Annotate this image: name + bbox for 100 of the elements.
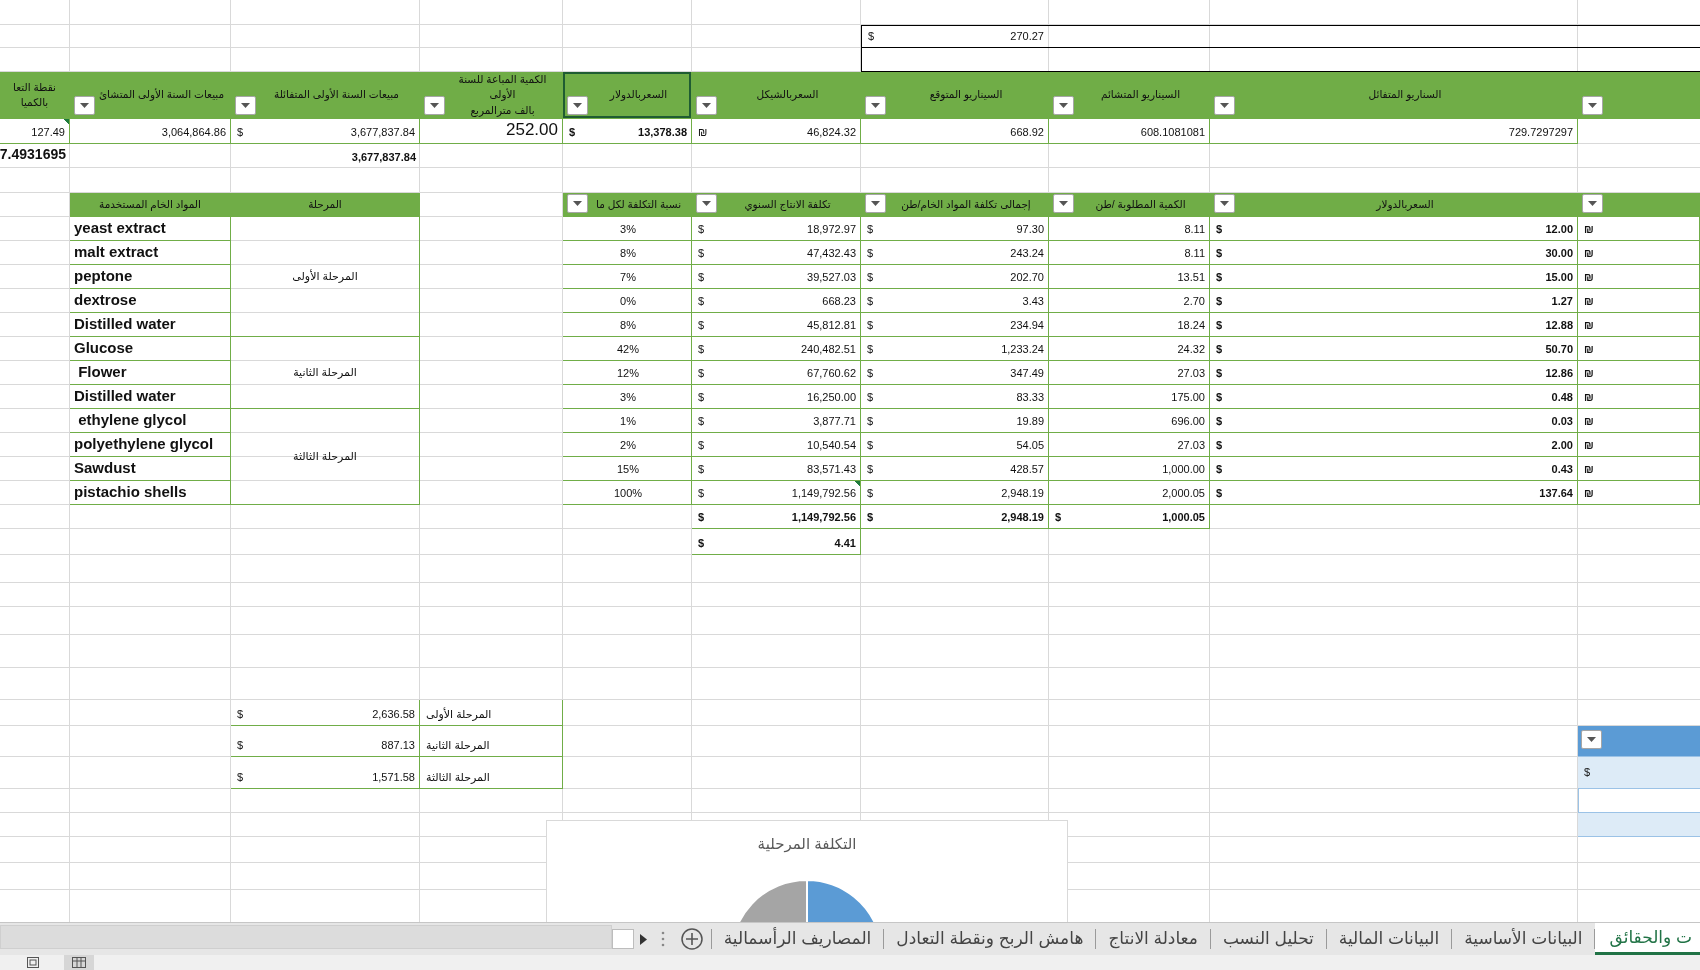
caret-icon [1587, 737, 1596, 742]
table-cell-text: 7.4931695 [0, 145, 67, 164]
table-cell: $ 1,149,792.56 [692, 481, 861, 505]
table-cell: Sawdust [70, 457, 231, 481]
table-cell: ₪ [1578, 265, 1700, 289]
filter-button[interactable] [424, 96, 445, 115]
sheet-tab[interactable]: المصاريف الرأسمالية [711, 923, 884, 955]
caret-icon [1220, 201, 1229, 206]
sheet-tab[interactable]: البيانات الأساسية [1452, 923, 1595, 955]
sheet-tab[interactable]: معادلة الانتاج [1096, 923, 1210, 955]
table-cell: ₪ [1578, 313, 1700, 337]
filter-button[interactable] [865, 194, 886, 213]
table-cell: $ 54.05 [861, 433, 1049, 457]
column-header: السعربالشيكل [755, 87, 820, 103]
table-cell: $ 1,149,792.56 [692, 505, 861, 529]
table-cell: $ 270.27 [861, 25, 1700, 48]
sheet-tab[interactable]: تحليل النسب [1210, 923, 1326, 955]
filter-button[interactable] [1582, 96, 1603, 115]
caret-icon [1588, 103, 1597, 108]
table-cell: ₪ [1578, 385, 1700, 409]
table-cell: polyethylene glycol [70, 433, 231, 457]
table-cell: $ 347.49 [861, 361, 1049, 385]
table-cell: $ 3,677,837.84 [231, 119, 420, 144]
filter-button[interactable] [1214, 194, 1235, 213]
table-cell: $ 1,000.05 [1049, 505, 1210, 529]
filter-button[interactable] [1053, 194, 1074, 213]
sheet-tab[interactable]: البيانات المالية [1326, 923, 1452, 955]
column-header: إجمالى تكلفة المواد الخام/طن [900, 196, 1032, 213]
table-cell: $ [1578, 757, 1700, 789]
table-cell: $ 202.70 [861, 265, 1049, 289]
table-cell: $ 97.30 [861, 217, 1049, 241]
table-cell: 2% [563, 433, 692, 457]
filter-button[interactable] [1581, 730, 1602, 749]
sheet-tab[interactable]: هامش الربح ونقطة التعادل [884, 923, 1096, 955]
table-cell: ₪ 46,824.32 [692, 119, 861, 144]
table-cell: 12% [563, 361, 692, 385]
table-cell: $ 19.89 [861, 409, 1049, 433]
table-cell: $ 3,877.71 [692, 409, 861, 433]
table-cell: Glucose [70, 337, 231, 361]
table-cell: peptone [70, 265, 231, 289]
filter-button[interactable] [567, 194, 588, 213]
table-cell-text: 3,677,837.84 [350, 149, 417, 165]
table-cell: $ 137.64 [1210, 481, 1578, 505]
filter-button[interactable] [1214, 96, 1235, 115]
filter-button[interactable] [567, 96, 588, 115]
table-cell: 8% [563, 313, 692, 337]
column-header: المرحلة [307, 196, 343, 213]
column-header: نقطة التعا بالكميا [12, 79, 57, 110]
table-cell: $ 0.43 [1210, 457, 1578, 481]
page-layout-button[interactable] [64, 955, 94, 970]
sheet-tab[interactable]: ت والحقائق [1595, 923, 1700, 955]
table-cell: Distilled water [70, 313, 231, 337]
table-cell: 696.00 [1049, 409, 1210, 433]
table-cell: المرحلة الثانية [420, 726, 563, 757]
table-cell: $ 0.48 [1210, 385, 1578, 409]
table-cell: $ 39,527.03 [692, 265, 861, 289]
column-header: السيناريو المتوقع [928, 87, 1004, 103]
splitter-handle-icon[interactable] [660, 931, 665, 947]
scroll-thumb[interactable] [611, 929, 634, 949]
table-cell: $ 10,540.54 [692, 433, 861, 457]
filter-button[interactable] [1582, 194, 1603, 213]
table-cell: المرحلة الثانية [231, 337, 420, 409]
table-cell: المرحلة الأولى [231, 217, 420, 337]
horizontal-scrollbar[interactable] [0, 925, 612, 949]
table-cell: 175.00 [1049, 385, 1210, 409]
table-cell: المرحلة الثالثة [420, 757, 563, 789]
table-cell: $ 1,571.58 [231, 757, 420, 789]
table-cell: malt extract [70, 241, 231, 265]
caret-icon [1220, 103, 1229, 108]
table-cell: ethylene glycol [70, 409, 231, 433]
filter-button[interactable] [235, 96, 256, 115]
add-icon [680, 928, 703, 950]
column-header: تكلفة الانتاج السنوي [743, 196, 832, 213]
table-cell: 18.24 [1049, 313, 1210, 337]
table-cell: المرحلة الثالثة [231, 409, 420, 505]
table-cell: $ 12.88 [1210, 313, 1578, 337]
table-cell: $ 243.24 [861, 241, 1049, 265]
table-cell: ₪ [1578, 241, 1700, 265]
caret-icon [871, 201, 880, 206]
table-cell: 3,064,864.86 [70, 119, 231, 144]
caret-icon [1059, 201, 1068, 206]
caret-icon [871, 103, 880, 108]
column-header: السيناريو المتشائم [1099, 87, 1182, 103]
table-cell: $ 2,636.58 [231, 700, 420, 726]
table-cell: $ 0.03 [1210, 409, 1578, 433]
filter-button[interactable] [696, 194, 717, 213]
caret-icon [80, 103, 89, 108]
column-header: مبيعات السنة الأولى المتفائلة [273, 87, 400, 103]
table-cell: 3% [563, 217, 692, 241]
table-cell: 15% [563, 457, 692, 481]
filter-button[interactable] [74, 96, 95, 115]
filter-button[interactable] [1053, 96, 1074, 115]
caret-icon [573, 103, 582, 108]
filter-button[interactable] [865, 96, 886, 115]
right-arrow-icon [639, 933, 647, 945]
table-cell: ₪ [1578, 361, 1700, 385]
filter-button[interactable] [696, 96, 717, 115]
table-cell: $ 4.41 [692, 529, 861, 555]
chart-title: التكلفة المرحلية [757, 834, 857, 855]
table-cell: 100% [563, 481, 692, 505]
